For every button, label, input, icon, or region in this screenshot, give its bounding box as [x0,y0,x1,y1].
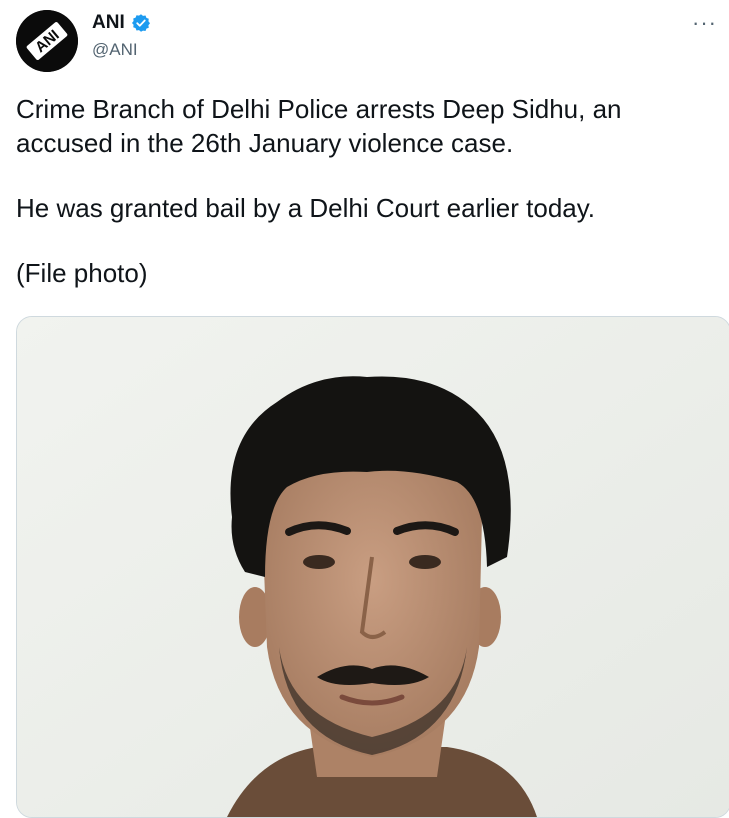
more-options-icon[interactable]: ··· [692,12,717,34]
ani-logo-icon: ANI [16,10,78,72]
tweet-photo[interactable] [16,316,729,818]
author-handle[interactable]: @ANI [92,40,138,60]
verified-badge-icon [131,13,151,33]
author-name-row: ANI [92,12,151,34]
tweet-paragraph: Crime Branch of Delhi Police arrests Dee… [16,94,622,158]
avatar[interactable]: ANI [16,10,78,72]
tweet-paragraph: He was granted bail by a Delhi Court ear… [16,193,596,223]
tweet-text: Crime Branch of Delhi Police arrests Dee… [16,92,706,321]
display-name[interactable]: ANI [92,12,125,34]
tweet-paragraph: (File photo) [16,258,148,288]
photo-of-man-icon [17,317,729,817]
